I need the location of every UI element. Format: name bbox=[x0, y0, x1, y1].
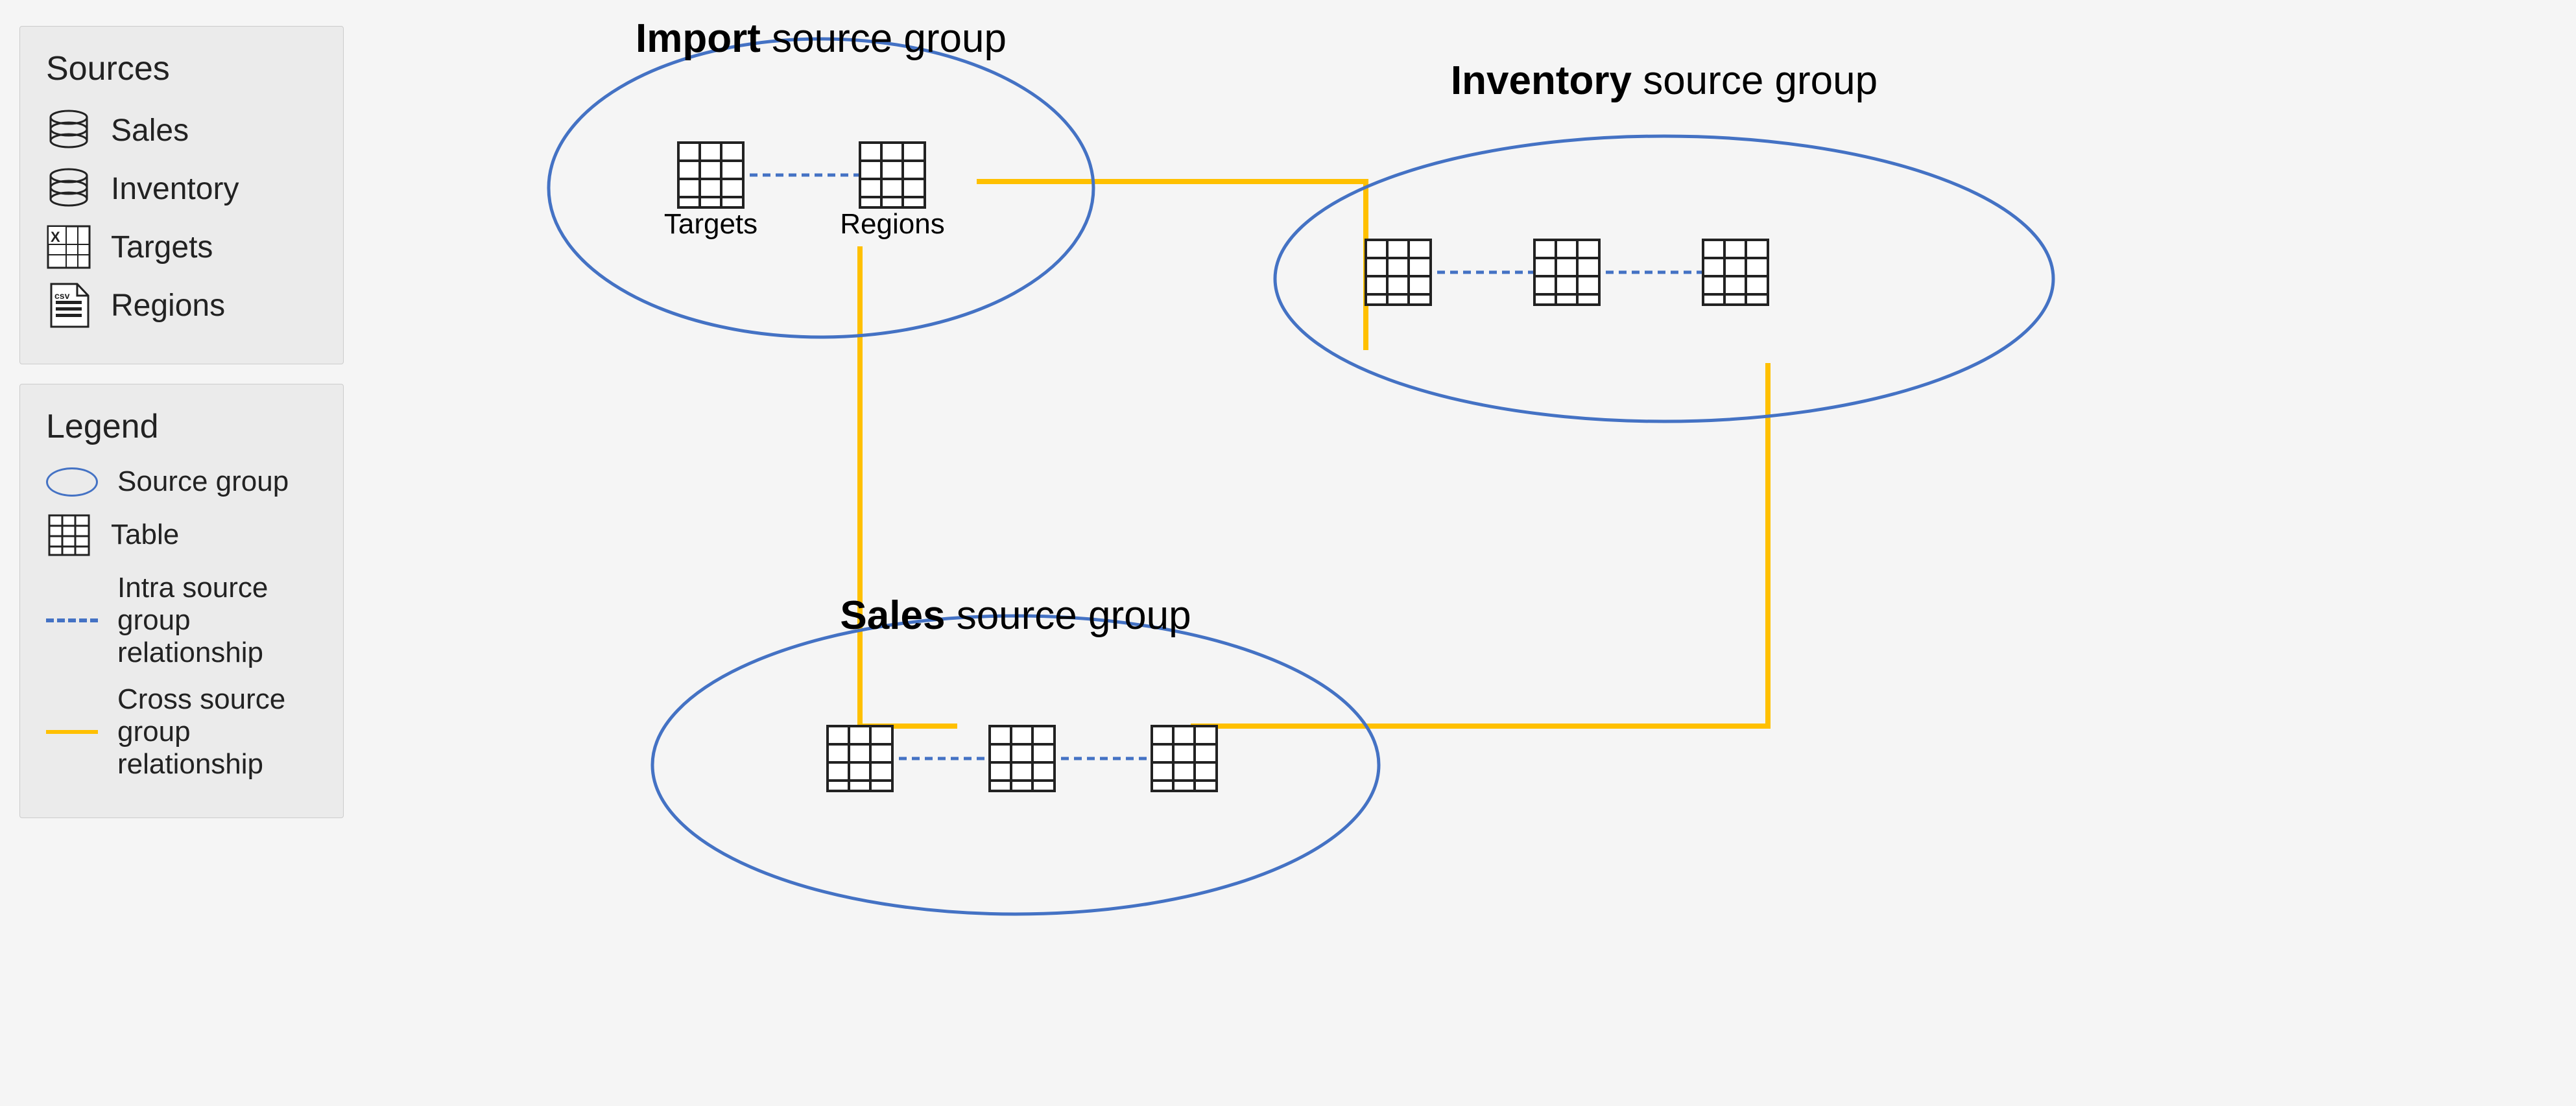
excel-icon-targets: X bbox=[46, 224, 91, 270]
table-legend-icon bbox=[46, 512, 91, 558]
legend-intra: Intra source group relationship bbox=[46, 572, 317, 669]
sales-group-rest: source group bbox=[957, 593, 1191, 638]
svg-text:X: X bbox=[51, 229, 60, 245]
csv-icon-regions: csv bbox=[46, 283, 91, 328]
source-item-targets: X Targets bbox=[46, 224, 317, 270]
legend-table-label: Table bbox=[111, 519, 179, 551]
svg-text:csv: csv bbox=[54, 290, 70, 301]
source-item-sales: Sales bbox=[46, 108, 317, 153]
inventory-table-3 bbox=[1703, 240, 1768, 305]
legend-box: Legend Source group Table I bbox=[19, 384, 344, 818]
import-regions-table bbox=[860, 143, 925, 207]
left-panel: Sources Sales bbox=[0, 0, 363, 844]
database-icon-sales bbox=[46, 108, 91, 153]
import-group-rest: source group bbox=[772, 16, 1007, 61]
svg-text:Import source group: Import source group bbox=[636, 16, 1007, 61]
sales-table-3 bbox=[1152, 726, 1217, 791]
inventory-table-1 bbox=[1366, 240, 1431, 305]
sources-title: Sources bbox=[46, 49, 317, 88]
legend-intra-label: Intra source group relationship bbox=[117, 572, 317, 669]
sales-table-1 bbox=[828, 726, 892, 791]
oval-legend-icon bbox=[46, 467, 98, 497]
line-gold-icon bbox=[46, 730, 98, 734]
sales-label: Sales bbox=[111, 113, 189, 148]
inventory-table-2 bbox=[1534, 240, 1599, 305]
inventory-group-rest: source group bbox=[1643, 58, 1878, 103]
source-item-regions: csv Regions bbox=[46, 283, 317, 328]
svg-text:Sales source group: Sales source group bbox=[840, 593, 1191, 638]
legend-table: Table bbox=[46, 512, 317, 558]
import-targets-label: Targets bbox=[664, 208, 757, 240]
targets-label: Targets bbox=[111, 229, 213, 265]
legend-cross: Cross source group relationship bbox=[46, 683, 317, 781]
legend-cross-label: Cross source group relationship bbox=[117, 683, 317, 781]
svg-text:Inventory source group: Inventory source group bbox=[1451, 58, 1878, 103]
legend-source-group-label: Source group bbox=[117, 465, 289, 498]
legend-title: Legend bbox=[46, 407, 317, 446]
database-icon-inventory bbox=[46, 166, 91, 211]
line-blue-icon bbox=[46, 618, 98, 622]
inventory-group-bold: Inventory bbox=[1451, 58, 1632, 103]
sales-table-2 bbox=[990, 726, 1055, 791]
regions-label: Regions bbox=[111, 288, 225, 324]
source-item-inventory: Inventory bbox=[46, 166, 317, 211]
import-targets-table bbox=[678, 143, 743, 207]
sources-box: Sources Sales bbox=[19, 26, 344, 364]
legend-source-group: Source group bbox=[46, 465, 317, 498]
inventory-label: Inventory bbox=[111, 171, 239, 207]
import-group-bold: Import bbox=[636, 16, 761, 61]
diagram-area: Import source group Targets Regions bbox=[363, 0, 2576, 1103]
import-regions-label: Regions bbox=[840, 208, 944, 240]
sales-group-bold: Sales bbox=[840, 593, 945, 638]
